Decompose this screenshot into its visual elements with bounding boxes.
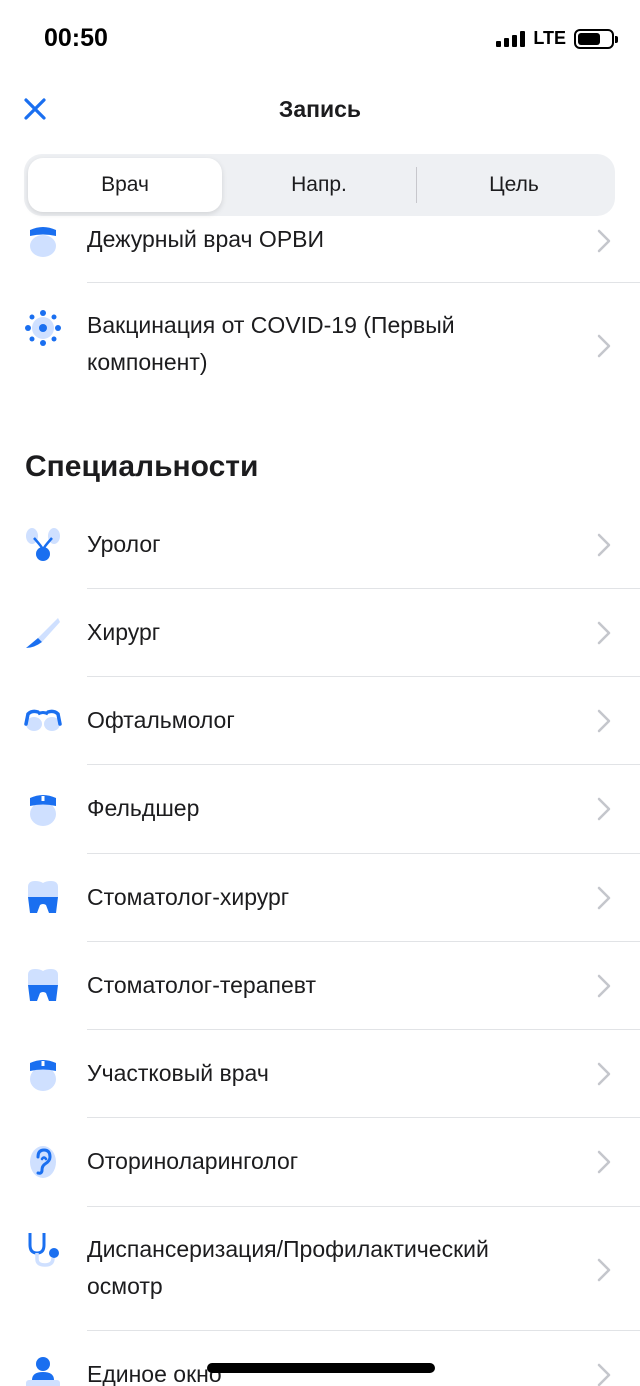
list-item-dental-surgeon[interactable]: Стоматолог-хирург bbox=[0, 854, 640, 941]
list-item-ophthalmologist[interactable]: Офтальмолог bbox=[0, 677, 640, 764]
doctor-cap-icon bbox=[30, 227, 56, 257]
page-title: Запись bbox=[278, 96, 362, 122]
list-item-label: Фельдшер bbox=[87, 795, 200, 821]
tooth-icon bbox=[28, 969, 58, 1001]
list-item-label: Участковый врач bbox=[87, 1060, 269, 1086]
chevron-right-icon bbox=[597, 886, 611, 910]
list-item-label: Оториноларинголог bbox=[87, 1148, 299, 1174]
tab-doctor[interactable]: Врач bbox=[28, 158, 222, 212]
tab-label: Цель bbox=[489, 173, 539, 196]
chevron-right-icon bbox=[597, 1150, 611, 1174]
tab-label: Напр. bbox=[291, 173, 347, 196]
tab-label: Врач bbox=[101, 173, 149, 196]
doctor-cap-icon bbox=[30, 795, 56, 826]
chevron-right-icon bbox=[597, 1062, 611, 1086]
chevron-right-icon bbox=[597, 621, 611, 645]
chevron-right-icon bbox=[597, 709, 611, 733]
chevron-right-icon bbox=[597, 797, 611, 821]
doctor-cap-icon bbox=[30, 1060, 56, 1091]
segmented-control: Врач Напр. Цель bbox=[24, 154, 615, 216]
chevron-right-icon bbox=[597, 229, 611, 253]
signal-icon bbox=[496, 30, 526, 47]
stethoscope-icon bbox=[28, 1233, 59, 1267]
chevron-right-icon bbox=[597, 1363, 611, 1386]
virus-icon bbox=[25, 310, 61, 346]
list-item-medical-checkup[interactable]: Диспансеризация/Профилактический осмотр bbox=[0, 1207, 640, 1330]
scalpel-icon bbox=[26, 618, 60, 648]
chevron-right-icon bbox=[597, 533, 611, 557]
chevron-right-icon bbox=[597, 1258, 611, 1282]
list-item-otolaryngologist[interactable]: Оториноларинголог bbox=[0, 1118, 640, 1206]
ear-icon bbox=[30, 1146, 56, 1178]
tab-goal[interactable]: Цель bbox=[417, 158, 611, 212]
person-desk-icon bbox=[26, 1357, 60, 1386]
home-indicator[interactable] bbox=[207, 1363, 435, 1373]
list-item-label: Дежурный врач ОРВИ bbox=[87, 226, 325, 252]
section-title: Специальности bbox=[25, 450, 259, 483]
specialty-list[interactable]: Дежурный врач ОРВИ Вакцинация от COVID-1… bbox=[0, 216, 640, 1386]
navigation-bar: Запись bbox=[0, 78, 640, 142]
list-item-paramedic[interactable]: Фельдшер bbox=[0, 765, 640, 853]
list-item-label: Уролог bbox=[87, 531, 161, 557]
kidneys-icon bbox=[26, 528, 60, 561]
list-item-label: Стоматолог-терапевт bbox=[87, 972, 317, 998]
list-item-urologist[interactable]: Уролог bbox=[0, 502, 640, 588]
list-item-label: Хирург bbox=[87, 619, 161, 645]
status-bar: 00:50 LTE bbox=[0, 0, 640, 78]
list-item-district-doctor[interactable]: Участковый врач bbox=[0, 1030, 640, 1117]
list-item-label: Офтальмолог bbox=[87, 707, 235, 733]
chevron-right-icon bbox=[597, 334, 611, 358]
glasses-icon bbox=[24, 709, 62, 731]
list-item-label: Стоматолог-хирург bbox=[87, 884, 290, 910]
network-label: LTE bbox=[533, 28, 566, 48]
list-item-surgeon[interactable]: Хирург bbox=[0, 589, 640, 676]
list-item-duty-doctor[interactable]: Дежурный врач ОРВИ bbox=[0, 216, 640, 282]
status-time: 00:50 bbox=[44, 24, 108, 52]
list-item-single-window[interactable]: Единое окно bbox=[0, 1331, 640, 1386]
tooth-icon bbox=[28, 881, 58, 913]
tab-referral[interactable]: Напр. bbox=[222, 158, 416, 212]
chevron-right-icon bbox=[597, 974, 611, 998]
list-item-label: Диспансеризация/Профилактический осмотр bbox=[87, 1236, 489, 1299]
battery-icon bbox=[574, 28, 618, 49]
list-item-dental-therapist[interactable]: Стоматолог-терапевт bbox=[0, 942, 640, 1029]
status-indicators: LTE bbox=[496, 28, 618, 49]
list-item-covid-vaccination[interactable]: Вакцинация от COVID-19 (Первый компонент… bbox=[0, 283, 640, 409]
list-item-label: Вакцинация от COVID-19 (Первый компонент… bbox=[87, 312, 455, 375]
